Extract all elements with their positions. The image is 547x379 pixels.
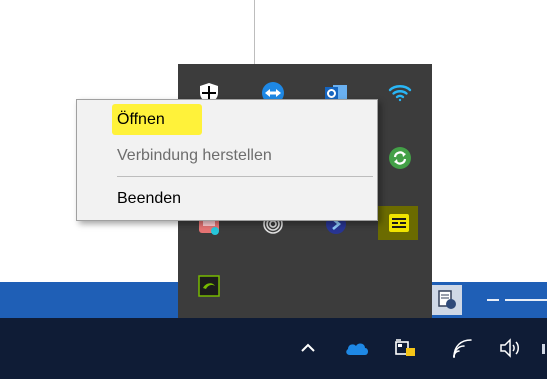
wifi-signal-icon[interactable] bbox=[449, 334, 477, 362]
menu-item-connect-label: Verbindung herstellen bbox=[117, 147, 272, 164]
nvidia-icon[interactable] bbox=[197, 274, 221, 298]
taskbar bbox=[0, 318, 547, 379]
menu-item-exit[interactable]: Beenden bbox=[77, 184, 377, 214]
window-strip-icon bbox=[432, 285, 462, 315]
onedrive-cloud-icon[interactable] bbox=[343, 334, 371, 362]
menu-item-open-label: Öffnen bbox=[117, 111, 165, 128]
speaker-icon[interactable] bbox=[496, 334, 524, 362]
menu-separator bbox=[117, 176, 373, 177]
window-title-line bbox=[505, 299, 547, 301]
context-menu: Öffnen Verbindung herstellen Beenden bbox=[76, 99, 378, 221]
network-power-icon[interactable] bbox=[391, 334, 419, 362]
background-divider-line bbox=[254, 0, 255, 64]
taskbar-edge-marker bbox=[542, 344, 545, 354]
sync-icon[interactable] bbox=[388, 146, 412, 170]
wifi-icon[interactable] bbox=[388, 81, 412, 105]
chevron-up-icon[interactable] bbox=[294, 334, 322, 362]
menu-item-exit-label: Beenden bbox=[117, 190, 182, 207]
yellow-app-icon[interactable] bbox=[387, 211, 411, 235]
menu-item-open[interactable]: Öffnen bbox=[77, 105, 377, 135]
menu-item-connect[interactable]: Verbindung herstellen bbox=[77, 141, 377, 171]
window-minimize-line bbox=[487, 299, 499, 301]
